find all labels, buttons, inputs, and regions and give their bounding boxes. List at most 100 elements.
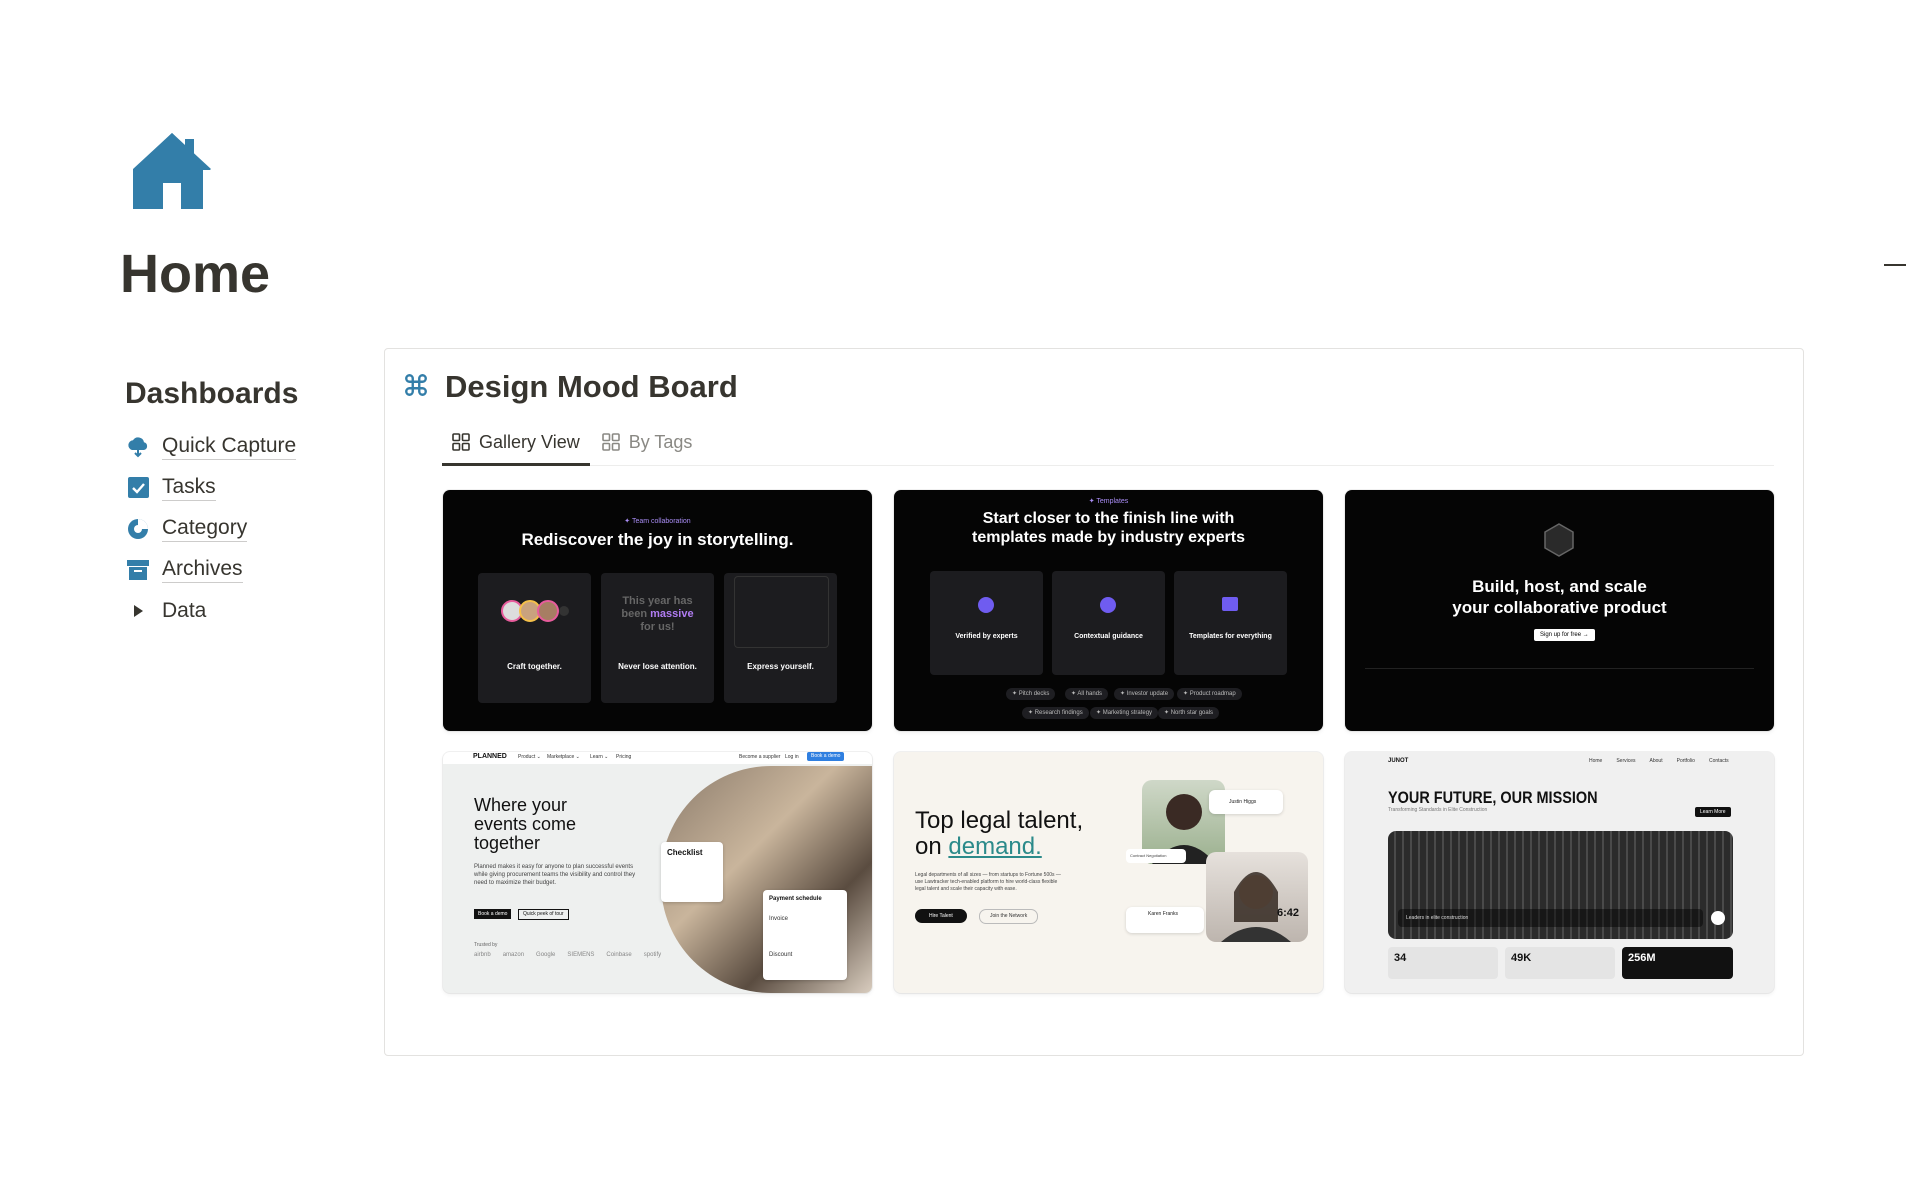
headline-accent: demand. <box>948 833 1042 860</box>
card-panel: Express yourself. <box>724 573 837 703</box>
reaction-window <box>734 576 829 648</box>
gallery-grid-icon <box>601 433 620 451</box>
tag-pill: ✦ All hands <box>1065 688 1109 700</box>
headline-word: on <box>915 833 942 860</box>
headline-line: events come <box>474 814 577 834</box>
site-nav-item: Services <box>1616 758 1636 764</box>
quote-line: been <box>621 608 648 620</box>
tag-pill: ✦ North star goals <box>1158 707 1220 719</box>
tab-gallery-view[interactable]: Gallery View <box>442 421 590 466</box>
gallery-card-templates[interactable]: ✦ Templates Start closer to the finish l… <box>894 490 1323 731</box>
site-brand: PLANNED <box>473 753 507 760</box>
stat-value: 49K <box>1511 952 1532 964</box>
site-nav-item: Marketplace ⌄ <box>547 754 580 760</box>
gallery-card-planned-events[interactable]: PLANNED Product ⌄ Marketplace ⌄ Learn ⌄ … <box>443 752 872 993</box>
quote-line: This year has <box>622 595 693 607</box>
hexagon-logo-icon <box>1541 522 1577 563</box>
logo-text: Coinbase <box>606 952 632 958</box>
site-nav-item: Home <box>1589 758 1603 764</box>
profile-chip: Karen Franks <box>1126 907 1204 933</box>
card-headline: templates made by industry experts <box>972 529 1245 546</box>
sidebar-item-archives[interactable]: Archives <box>126 549 296 590</box>
tab-by-tags[interactable]: By Tags <box>592 421 703 463</box>
sidebar-item-label: Quick Capture <box>162 433 297 460</box>
invoice-label: Invoice <box>769 916 789 922</box>
sidebar-item-label: Archives <box>162 556 243 583</box>
hire-talent-button: Hire Talent <box>915 909 967 923</box>
card-headline: Start closer to the finish line with <box>982 510 1235 527</box>
sidebar-item-category[interactable]: Category <box>126 508 296 549</box>
card-headline: Rediscover the joy in storytelling. <box>521 530 794 549</box>
site-nav-item: Log in <box>785 754 799 760</box>
site-nav-item: Pricing <box>616 754 632 760</box>
avatar-group <box>500 599 569 622</box>
card-body: Legal departments of all sizes — from st… <box>915 872 1061 892</box>
card-headline: your collaborative product <box>1452 598 1667 617</box>
site-nav-item: Learn ⌄ <box>590 754 609 760</box>
home-icon[interactable] <box>133 133 211 209</box>
checklist-title: Checklist <box>667 848 703 857</box>
site-nav-item: Become a supplier <box>739 754 781 760</box>
gallery-card-legal-talent[interactable]: Top legal talent, on demand. Legal depar… <box>894 752 1323 993</box>
call-timer: 6:42 <box>1277 907 1300 919</box>
trusted-label: Trusted by <box>474 942 498 948</box>
payment-card: Payment schedule Invoice Discount <box>763 890 847 980</box>
sidebar-item-tasks[interactable]: Tasks <box>126 467 296 508</box>
panel-title: Contextual guidance <box>1074 633 1143 640</box>
card-body: Planned makes it easy for anyone to plan… <box>474 864 636 886</box>
logo-text: spotify <box>643 952 662 958</box>
feature-row <box>1365 668 1754 715</box>
site-nav-item: About <box>1649 758 1663 764</box>
join-network-button: Join the Network <box>979 909 1039 924</box>
card-eyebrow: ✦ Team collaboration <box>624 518 691 525</box>
stat-value: 34 <box>1394 952 1407 964</box>
card-eyebrow: ✦ Templates <box>1088 498 1129 505</box>
photo-caption: Leaders in elite construction <box>1398 909 1703 927</box>
logo-text: airbnb <box>474 952 491 958</box>
triangle-right-icon[interactable] <box>126 599 150 623</box>
site-nav-item: Product ⌄ <box>518 754 541 760</box>
gallery-card-collaborative-product[interactable]: Build, host, and scale your collaborativ… <box>1345 490 1774 731</box>
role-chip: Contract Negotiation <box>1126 849 1186 863</box>
logo-text: SIEMENS <box>567 952 595 958</box>
board-header: Design Mood Board <box>403 367 738 407</box>
panel-title: Craft together. <box>507 662 562 671</box>
site-nav-item: Contacts <box>1708 758 1729 764</box>
panel-title: Templates for everything <box>1189 633 1272 640</box>
payment-title: Payment schedule <box>769 896 822 902</box>
headline-line: together <box>474 833 541 853</box>
board-title[interactable]: Design Mood Board <box>445 367 738 407</box>
panel-title: Verified by experts <box>955 633 1018 640</box>
card-panel: Templates for everything <box>1174 571 1287 675</box>
gallery-card-construction[interactable]: JUNOT Home Services About Portfolio Cont… <box>1345 752 1774 993</box>
cloud-capture-icon <box>126 435 150 459</box>
checklist-card: Checklist <box>661 842 723 902</box>
quote-highlight: massive <box>650 608 694 620</box>
sidebar-list: Quick Capture Tasks Category Archives Da… <box>126 426 297 631</box>
portrait-woman <box>1206 852 1308 942</box>
gallery-grid-icon <box>452 433 470 451</box>
gallery-card-storytelling[interactable]: ✦ Team collaboration Rediscover the joy … <box>443 490 872 731</box>
tab-label: By Tags <box>628 431 693 452</box>
tag-pill: ✦ Marketing strategy <box>1090 707 1159 719</box>
trusted-logos: airbnb amazon Google SIEMENS Coinbase sp… <box>474 952 661 958</box>
tag-pill: ✦ Investor update <box>1114 688 1175 700</box>
view-tabs: Gallery View By Tags <box>442 421 1774 466</box>
sidebar-item-data[interactable]: Data <box>126 590 296 631</box>
card-headline: Where your events come together <box>474 796 576 853</box>
sidebar-heading: Dashboards <box>125 377 299 410</box>
card-panel: Verified by experts <box>930 571 1043 675</box>
stat-card: 256M <box>1622 947 1733 979</box>
collapse-icon[interactable] <box>1884 264 1906 266</box>
archive-box-icon <box>126 558 150 582</box>
panel-title: Never lose attention. <box>618 662 697 671</box>
layout-icon <box>1222 597 1238 611</box>
stat-card: 34 <box>1388 947 1498 979</box>
sidebar-item-label: Tasks <box>162 474 216 501</box>
quote-line: for us! <box>640 621 675 633</box>
site-nav: Home Services About Portfolio Contacts <box>1589 758 1729 764</box>
checkbox-icon <box>126 476 150 500</box>
logo-text: Google <box>536 952 556 958</box>
discount-label: Discount <box>769 952 793 958</box>
sidebar-item-quick-capture[interactable]: Quick Capture <box>126 426 297 467</box>
